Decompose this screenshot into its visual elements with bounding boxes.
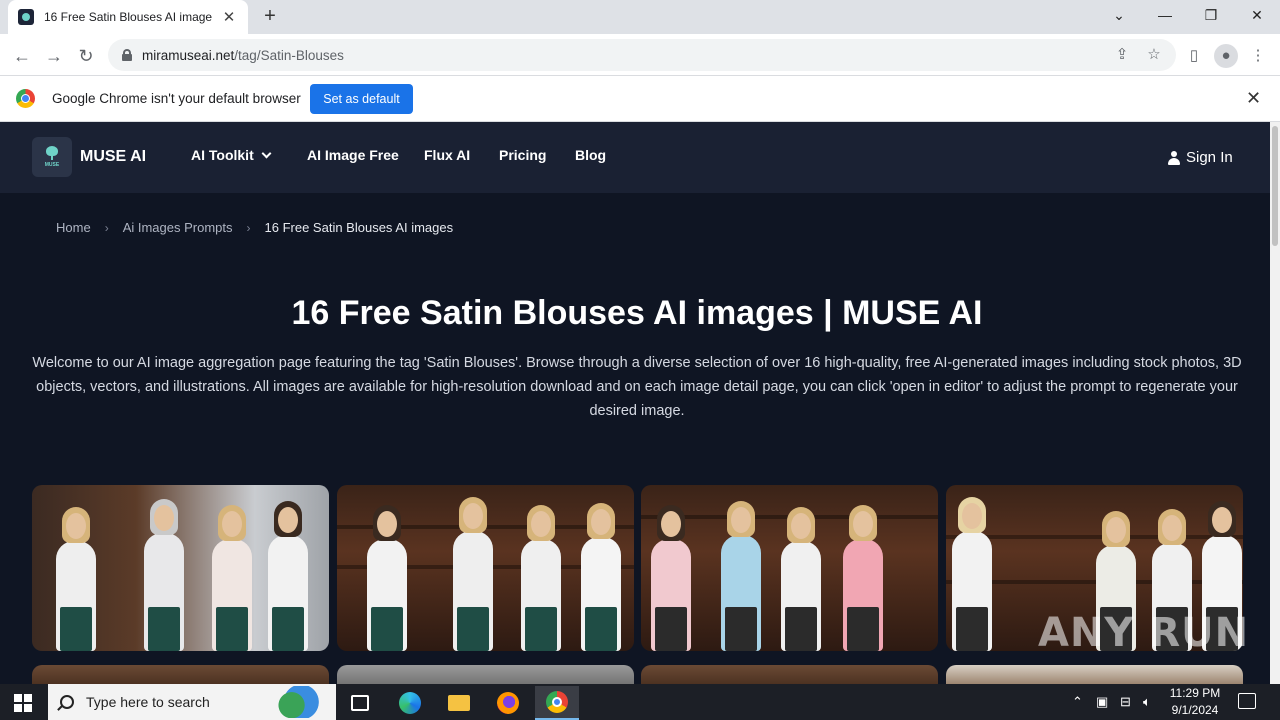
lock-icon[interactable] [122, 49, 132, 61]
nav-blog[interactable]: Blog [575, 147, 606, 163]
chevron-up-icon[interactable]: ⌃ [1072, 694, 1083, 710]
sign-in-button[interactable]: Sign In [1168, 149, 1233, 166]
device-icon[interactable]: ▣ [1096, 694, 1108, 710]
chrome-taskbar-button[interactable] [535, 686, 579, 720]
tree-logo-icon [44, 146, 60, 160]
gallery-image[interactable] [946, 665, 1243, 684]
search-icon [60, 695, 74, 709]
task-view-icon [351, 695, 369, 711]
windows-start-icon[interactable] [14, 694, 32, 712]
browser-toolbar: ← → ↻ miramuseai.net/tag/Satin-Blouses ⇪… [0, 34, 1280, 76]
new-tab-button[interactable]: + [258, 4, 282, 28]
page-description: Welcome to our AI image aggregation page… [32, 355, 1242, 419]
close-tab-icon[interactable]: ✕ [220, 8, 238, 26]
close-window-button[interactable]: ✕ [1234, 0, 1280, 30]
nav-pricing[interactable]: Pricing [499, 147, 546, 163]
file-explorer-taskbar-button[interactable] [437, 686, 481, 720]
search-highlight-icon [266, 686, 330, 718]
gallery-image[interactable] [337, 485, 634, 651]
browser-tab[interactable]: 16 Free Satin Blouses AI images | ✕ [8, 0, 248, 34]
firefox-taskbar-button[interactable] [486, 686, 530, 720]
breadcrumb-home[interactable]: Home [56, 220, 91, 235]
url-text[interactable]: miramuseai.net/tag/Satin-Blouses [142, 48, 344, 63]
clock-time: 11:29 PM [1169, 686, 1221, 700]
back-arrow-icon[interactable]: ← [8, 42, 36, 70]
default-browser-infobar: Google Chrome isn't your default browser… [0, 76, 1280, 122]
anyrun-watermark: ANY RUN [1038, 610, 1250, 656]
side-panel-icon[interactable]: ▯ [1182, 44, 1206, 68]
edge-taskbar-button[interactable] [388, 686, 432, 720]
gallery-image[interactable] [32, 485, 329, 651]
volume-icon[interactable]: 🔈︎ [1143, 694, 1151, 710]
forward-arrow-icon[interactable]: → [40, 42, 68, 70]
chevron-down-icon [261, 148, 272, 159]
breadcrumb-prompts[interactable]: Ai Images Prompts [123, 220, 233, 235]
chevron-right-icon: › [104, 220, 109, 235]
firefox-icon [497, 692, 519, 714]
breadcrumb: Home › Ai Images Prompts › 16 Free Satin… [56, 220, 453, 235]
taskbar-search-placeholder: Type here to search [86, 694, 210, 710]
gallery-image[interactable] [337, 665, 634, 684]
nav-flux-ai[interactable]: Flux AI [424, 147, 470, 163]
scrollbar-thumb[interactable] [1272, 126, 1278, 246]
logo-text: MUSE [44, 162, 60, 168]
nav-ai-image-free[interactable]: AI Image Free [307, 147, 399, 163]
tab-title: 16 Free Satin Blouses AI images | [44, 10, 212, 24]
breadcrumb-current: 16 Free Satin Blouses AI images [264, 220, 454, 235]
address-bar[interactable]: miramuseai.net/tag/Satin-Blouses ⇪ ☆ [108, 39, 1176, 71]
clock-date: 9/1/2024 [1171, 703, 1219, 717]
infobar-message: Google Chrome isn't your default browser [52, 91, 301, 106]
browser-tab-strip: 16 Free Satin Blouses AI images | ✕ + ⌄ … [0, 0, 1280, 34]
page-scrollbar[interactable] [1270, 122, 1280, 684]
gallery-image[interactable] [641, 665, 938, 684]
system-clock[interactable]: 11:29 PM 9/1/2024 [1164, 685, 1226, 719]
chrome-icon [546, 691, 568, 713]
profile-avatar-icon[interactable]: ● [1214, 44, 1238, 68]
chevron-right-icon: › [246, 220, 251, 235]
bookmark-star-icon[interactable]: ☆ [1144, 45, 1164, 65]
minimize-button[interactable]: — [1142, 0, 1188, 30]
taskbar-search-box[interactable]: Type here to search [48, 684, 336, 720]
tab-search-chevron-icon[interactable]: ⌄ [1096, 0, 1142, 30]
page-title: 16 Free Satin Blouses AI images | MUSE A… [291, 294, 983, 332]
web-page: MUSE MUSE AI AI Toolkit AI Image Free Fl… [0, 122, 1270, 684]
site-header: MUSE MUSE AI AI Toolkit AI Image Free Fl… [0, 122, 1270, 193]
windows-taskbar: Type here to search ⌃ ▣ ⊟ 🔈︎ 11:29 PM 9/… [0, 684, 1280, 720]
gallery-image[interactable] [32, 665, 329, 684]
reload-icon[interactable]: ↻ [72, 42, 100, 70]
user-icon [1168, 150, 1180, 165]
brand-name[interactable]: MUSE AI [80, 148, 146, 166]
nav-ai-toolkit[interactable]: AI Toolkit [191, 147, 272, 163]
muse-logo[interactable]: MUSE [32, 137, 72, 177]
network-icon[interactable]: ⊟ [1120, 694, 1131, 710]
chrome-logo-icon [16, 89, 35, 108]
edge-icon [399, 692, 421, 714]
restore-button[interactable]: ❐ [1188, 0, 1234, 30]
menu-kebab-icon[interactable]: ⋮ [1246, 44, 1270, 68]
task-view-button[interactable] [338, 686, 382, 720]
notification-icon[interactable] [1238, 693, 1256, 709]
folder-icon [448, 695, 470, 711]
site-favicon-icon [18, 9, 34, 25]
gallery-image[interactable] [641, 485, 938, 651]
sign-in-label: Sign In [1186, 149, 1233, 166]
close-infobar-icon[interactable]: ✕ [1246, 88, 1261, 109]
nav-ai-toolkit-label: AI Toolkit [191, 147, 254, 163]
set-as-default-button[interactable]: Set as default [310, 84, 413, 114]
share-icon[interactable]: ⇪ [1112, 45, 1132, 65]
